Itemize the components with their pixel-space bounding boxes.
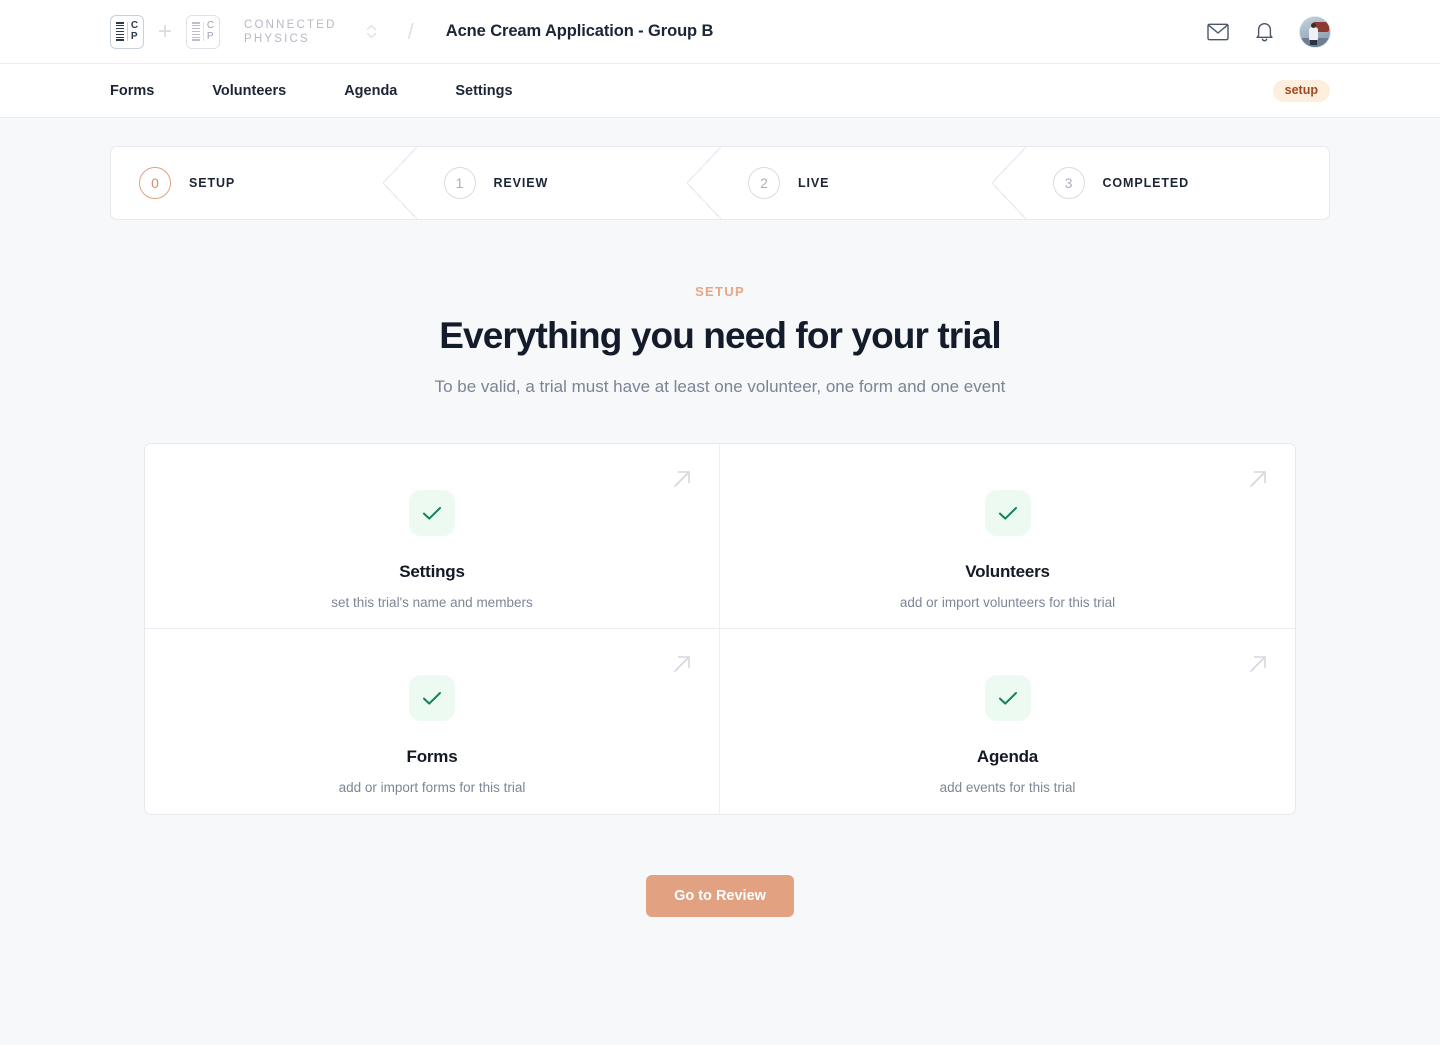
nav-items: Forms Volunteers Agenda Settings xyxy=(110,83,513,99)
org-logo-icon[interactable]: C P xyxy=(186,14,221,49)
page-title: Acne Cream Application - Group B xyxy=(445,22,714,40)
org-switcher-chevron-icon[interactable] xyxy=(366,25,376,38)
breadcrumb-separator: / xyxy=(407,18,414,44)
logo-letters: C P xyxy=(130,20,139,42)
check-icon xyxy=(409,490,455,536)
status-badge: setup xyxy=(1272,79,1330,102)
card-title: Forms xyxy=(406,747,458,766)
check-icon xyxy=(409,675,455,721)
step-label: LIVE xyxy=(798,176,830,190)
stepper-step-completed[interactable]: 3 COMPLETED xyxy=(1025,147,1330,219)
nav-item-agenda[interactable]: Agenda xyxy=(344,83,397,99)
page-content: 0 SETUP 1 REVIEW 2 LIVE 3 COMPLETED SETU… xyxy=(0,146,1440,917)
step-number: 2 xyxy=(748,167,780,199)
setup-card-grid: Settings set this trial's name and membe… xyxy=(144,443,1296,815)
setup-card-forms[interactable]: Forms add or import forms for this trial xyxy=(145,629,720,814)
step-label: REVIEW xyxy=(493,176,549,190)
go-to-review-button[interactable]: Go to Review xyxy=(646,875,794,917)
step-number: 3 xyxy=(1052,167,1085,199)
nav-item-volunteers[interactable]: Volunteers xyxy=(212,83,286,99)
hero-subtitle: To be valid, a trial must have at least … xyxy=(434,377,1006,396)
card-description: add or import volunteers for this trial xyxy=(899,595,1116,610)
bell-icon[interactable] xyxy=(1255,21,1274,42)
nav-item-forms[interactable]: Forms xyxy=(110,83,154,99)
plus-icon: + xyxy=(158,17,173,45)
org-logo-bars-icon xyxy=(191,22,204,41)
stepper-step-setup[interactable]: 0 SETUP xyxy=(111,147,416,219)
org-name: CONNECTED PHYSICS xyxy=(244,18,337,45)
arrow-up-right-icon[interactable] xyxy=(1247,468,1269,490)
step-number: 1 xyxy=(443,167,476,199)
app-logo-icon[interactable]: C P xyxy=(110,14,144,49)
brand-area: C P + C P CONNECTED PHYSICS / Acne Cream… xyxy=(110,14,714,49)
card-title: Settings xyxy=(399,562,465,581)
org-logo-letters: C P xyxy=(206,20,215,42)
header-actions xyxy=(1207,16,1330,47)
arrow-up-right-icon[interactable] xyxy=(671,653,693,675)
cta-area: Go to Review xyxy=(110,875,1330,917)
card-title: Agenda xyxy=(976,747,1039,766)
trial-stepper: 0 SETUP 1 REVIEW 2 LIVE 3 COMPLETED xyxy=(110,146,1330,220)
nav-item-settings[interactable]: Settings xyxy=(455,83,512,99)
hero-eyebrow: SETUP xyxy=(695,284,745,299)
check-icon xyxy=(984,490,1031,536)
step-label: SETUP xyxy=(189,176,236,190)
step-number: 0 xyxy=(139,167,171,199)
card-description: add or import forms for this trial xyxy=(338,780,526,795)
mail-icon[interactable] xyxy=(1207,23,1229,41)
app-header: C P + C P CONNECTED PHYSICS / Acne Cream… xyxy=(0,0,1440,64)
hero-section: SETUP Everything you need for your trial… xyxy=(110,284,1330,397)
card-description: set this trial's name and members xyxy=(331,595,533,610)
arrow-up-right-icon[interactable] xyxy=(671,468,693,490)
setup-card-settings[interactable]: Settings set this trial's name and membe… xyxy=(145,444,720,629)
step-label: COMPLETED xyxy=(1102,176,1190,190)
arrow-up-right-icon[interactable] xyxy=(1247,653,1269,675)
setup-card-agenda[interactable]: Agenda add events for this trial xyxy=(720,629,1295,814)
stepper-step-live[interactable]: 2 LIVE xyxy=(720,147,1025,219)
logo-bars-icon xyxy=(115,22,128,41)
main-nav: Forms Volunteers Agenda Settings setup xyxy=(0,64,1440,118)
card-title: Volunteers xyxy=(965,562,1050,581)
card-description: add events for this trial xyxy=(939,780,1076,795)
hero-title: Everything you need for your trial xyxy=(439,315,1001,356)
setup-card-volunteers[interactable]: Volunteers add or import volunteers for … xyxy=(720,444,1295,629)
stepper-step-review[interactable]: 1 REVIEW xyxy=(416,147,721,219)
avatar[interactable] xyxy=(1300,16,1330,47)
check-icon xyxy=(984,675,1031,721)
